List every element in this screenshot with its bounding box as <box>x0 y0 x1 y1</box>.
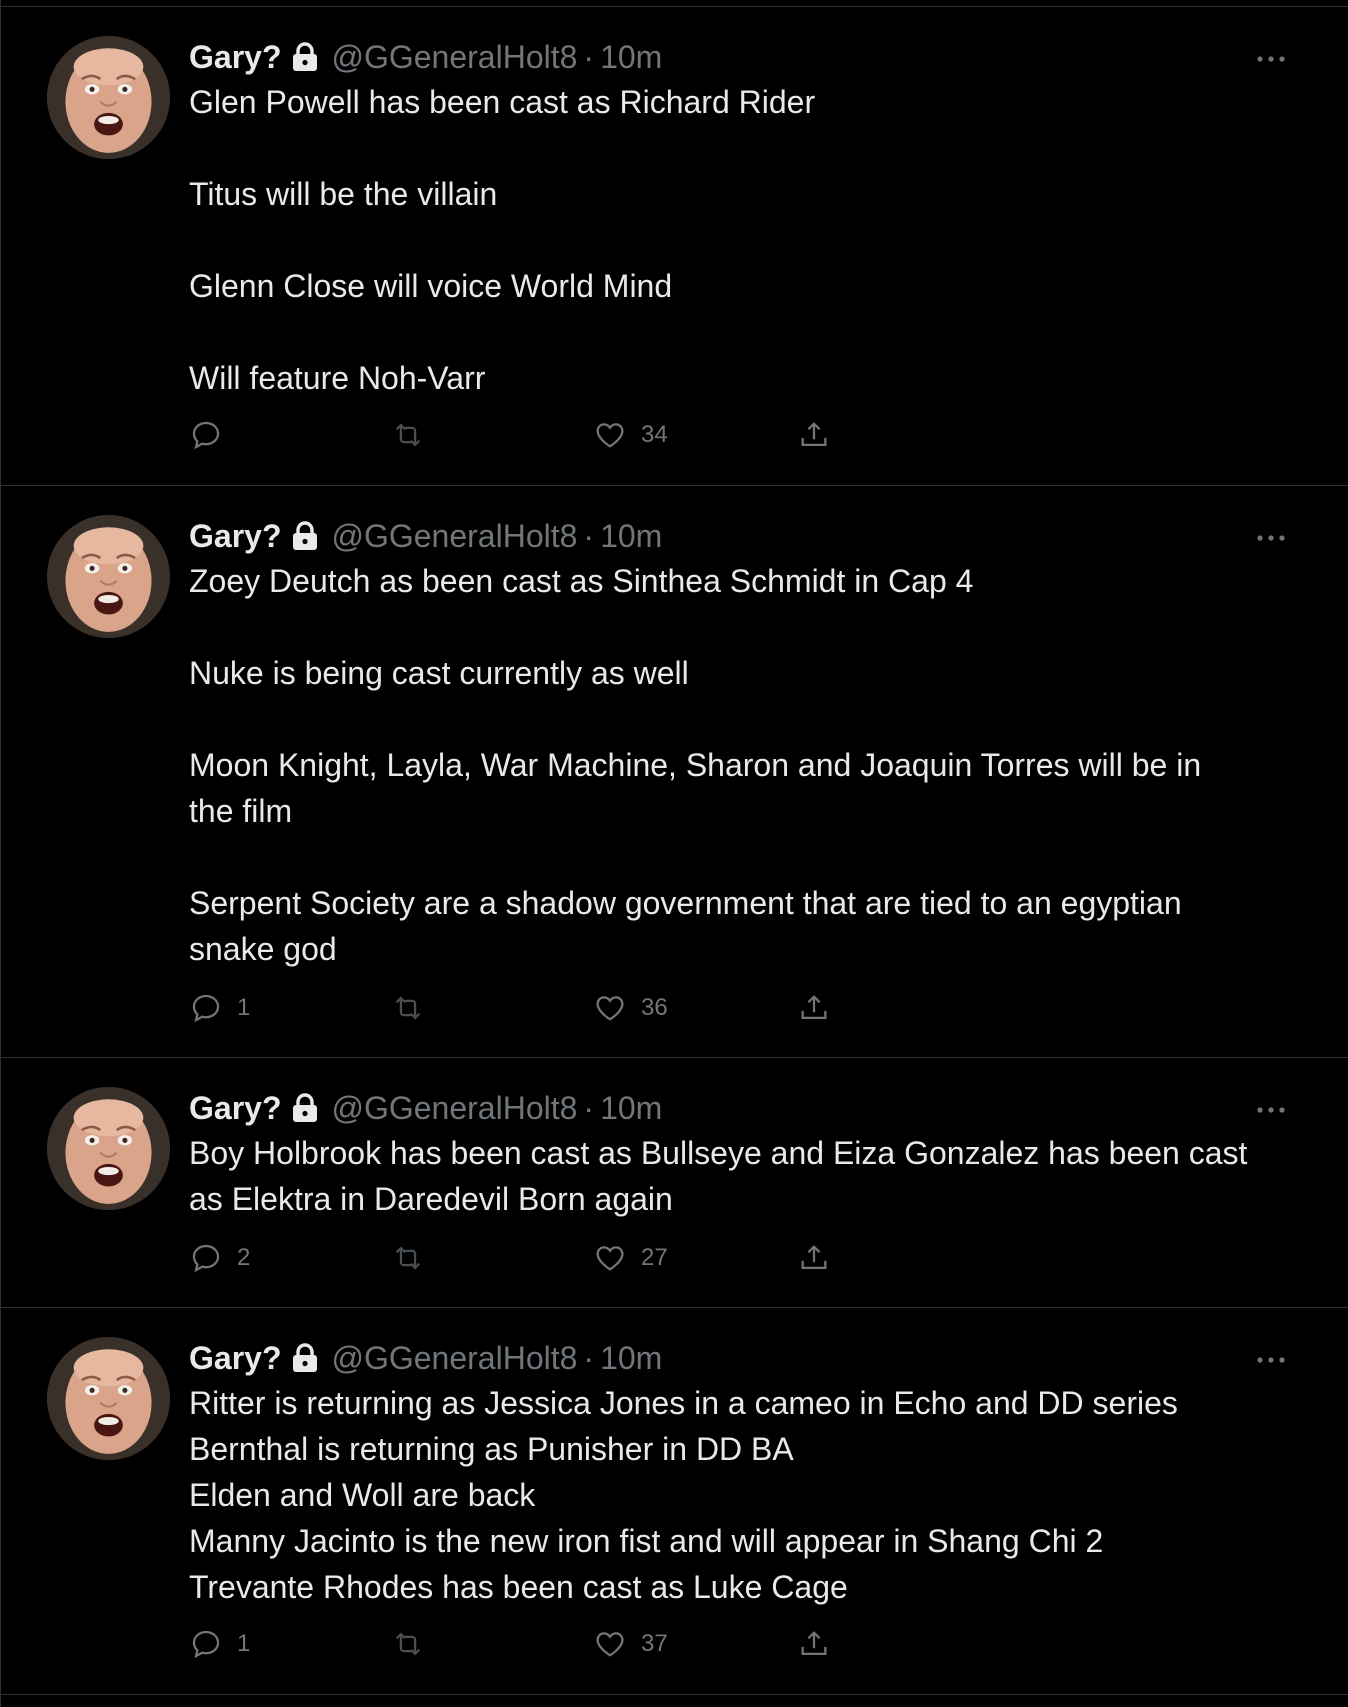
retweet-button[interactable] <box>391 415 439 455</box>
reply-icon <box>192 1244 220 1273</box>
tweet-text: Boy Holbrook has been cast as Bullseye a… <box>189 1130 1289 1222</box>
share-icon <box>801 995 827 1020</box>
like-button[interactable]: 36 <box>593 988 668 1028</box>
tweet-paragraph: Glenn Close will voice World Mind <box>189 268 673 304</box>
tweet[interactable]: Gary? @GGeneralHolt8 · 10m Ritter is ret… <box>1 1308 1348 1695</box>
heart-icon <box>596 1632 624 1657</box>
tweet-actions: 2 27 <box>189 1238 829 1278</box>
tweet-paragraph: Titus will be the villain <box>189 176 498 212</box>
timestamp[interactable]: 10m <box>600 1090 662 1127</box>
avatar[interactable] <box>47 36 170 159</box>
reply-icon <box>192 994 220 1023</box>
author-handle[interactable]: @GGeneralHolt8 <box>331 1340 577 1377</box>
retweet-button[interactable] <box>391 1238 439 1278</box>
tweet-paragraph: Zoey Deutch as been cast as Sinthea Schm… <box>189 563 974 599</box>
reply-button[interactable]: 1 <box>189 988 250 1028</box>
share-icon <box>801 1631 827 1656</box>
tweet-text: Zoey Deutch as been cast as Sinthea Schm… <box>189 558 1289 972</box>
like-count: 34 <box>641 421 668 448</box>
tweet-paragraph: Will feature Noh-Varr <box>189 360 486 396</box>
tweet-header: Gary? @GGeneralHolt8 · 10m <box>189 35 1289 79</box>
tweet-paragraph: Serpent Society are a shadow government … <box>189 885 1182 967</box>
tweet[interactable]: Gary? @GGeneralHolt8 · 10m Zoey Deutch a… <box>1 486 1348 1058</box>
share-button[interactable] <box>797 988 831 1028</box>
like-button[interactable]: 37 <box>593 1624 668 1664</box>
heart-icon <box>596 1246 624 1271</box>
tweet-paragraph: Moon Knight, Layla, War Machine, Sharon … <box>189 747 1202 829</box>
separator-dot: · <box>583 517 595 554</box>
author-handle[interactable]: @GGeneralHolt8 <box>331 39 577 76</box>
tweet-paragraph: Glen Powell has been cast as Richard Rid… <box>189 84 816 120</box>
avatar[interactable] <box>47 1087 170 1210</box>
reply-count: 1 <box>237 1630 251 1657</box>
reply-count: 1 <box>237 994 251 1021</box>
like-button[interactable]: 34 <box>593 415 668 455</box>
lock-icon <box>291 42 319 72</box>
separator-dot: · <box>583 38 595 75</box>
like-button[interactable]: 27 <box>593 1238 668 1278</box>
avatar[interactable] <box>47 515 170 638</box>
author-name[interactable]: Gary? <box>189 1340 281 1377</box>
author-handle[interactable]: @GGeneralHolt8 <box>331 518 577 555</box>
reply-button[interactable]: 1 <box>189 1624 250 1664</box>
share-icon <box>801 1245 827 1270</box>
retweet-button[interactable] <box>391 1624 439 1664</box>
author-name[interactable]: Gary? <box>189 1090 281 1127</box>
like-count: 37 <box>641 1630 668 1657</box>
tweet-header: Gary? @GGeneralHolt8 · 10m <box>189 1336 1289 1380</box>
timeline-feed: Gary? @GGeneralHolt8 · 10m Glen Powell h… <box>0 0 1348 1707</box>
reply-icon <box>192 1630 220 1659</box>
avatar-image <box>47 1337 170 1460</box>
timestamp[interactable]: 10m <box>600 39 662 76</box>
tweet-actions: 1 37 <box>189 1624 829 1664</box>
avatar[interactable] <box>47 1337 170 1460</box>
tweet-paragraph: Nuke is being cast currently as well <box>189 655 689 691</box>
retweet-icon <box>395 996 421 1020</box>
tweet[interactable]: Gary? @GGeneralHolt8 · 10m Boy Holbrook … <box>1 1058 1348 1308</box>
tweet-actions: 1 36 <box>189 988 829 1028</box>
lock-icon <box>291 1343 319 1373</box>
like-count: 36 <box>641 994 668 1021</box>
more-options-icon[interactable] <box>1253 520 1289 556</box>
heart-icon <box>596 423 624 448</box>
retweet-icon <box>395 1246 421 1270</box>
lock-icon <box>291 521 319 551</box>
tweet-paragraph: Ritter is returning as Jessica Jones in … <box>189 1385 1178 1605</box>
separator-dot: · <box>583 1089 595 1126</box>
timestamp[interactable]: 10m <box>600 518 662 555</box>
retweet-button[interactable] <box>391 988 439 1028</box>
more-options-icon[interactable] <box>1253 1092 1289 1128</box>
reply-button[interactable] <box>189 415 237 455</box>
author-handle[interactable]: @GGeneralHolt8 <box>331 1090 577 1127</box>
avatar-image <box>47 36 170 159</box>
retweet-icon <box>395 423 421 447</box>
avatar-image <box>47 1087 170 1210</box>
tweet[interactable]: Gary? @GGeneralHolt8 · 10m Glen Powell h… <box>1 7 1348 486</box>
reply-count: 2 <box>237 1244 251 1271</box>
tweet-text: Ritter is returning as Jessica Jones in … <box>189 1380 1289 1610</box>
share-button[interactable] <box>797 1238 831 1278</box>
share-button[interactable] <box>797 1624 831 1664</box>
share-icon <box>801 422 827 447</box>
lock-icon <box>291 1093 319 1123</box>
author-name[interactable]: Gary? <box>189 518 281 555</box>
reply-icon <box>192 421 220 450</box>
tweet-actions: 34 <box>189 415 829 455</box>
reply-button[interactable]: 2 <box>189 1238 250 1278</box>
share-button[interactable] <box>797 415 831 455</box>
avatar-image <box>47 515 170 638</box>
more-options-icon[interactable] <box>1253 41 1289 77</box>
like-count: 27 <box>641 1244 668 1271</box>
tweet-text: Glen Powell has been cast as Richard Rid… <box>189 79 1289 401</box>
timestamp[interactable]: 10m <box>600 1340 662 1377</box>
more-options-icon[interactable] <box>1253 1342 1289 1378</box>
author-name[interactable]: Gary? <box>189 39 281 76</box>
heart-icon <box>596 996 624 1021</box>
tweet-header: Gary? @GGeneralHolt8 · 10m <box>189 1086 1289 1130</box>
retweet-icon <box>395 1632 421 1656</box>
tweet-header: Gary? @GGeneralHolt8 · 10m <box>189 514 1289 558</box>
separator-dot: · <box>583 1339 595 1376</box>
tweet-paragraph: Boy Holbrook has been cast as Bullseye a… <box>189 1135 1248 1217</box>
